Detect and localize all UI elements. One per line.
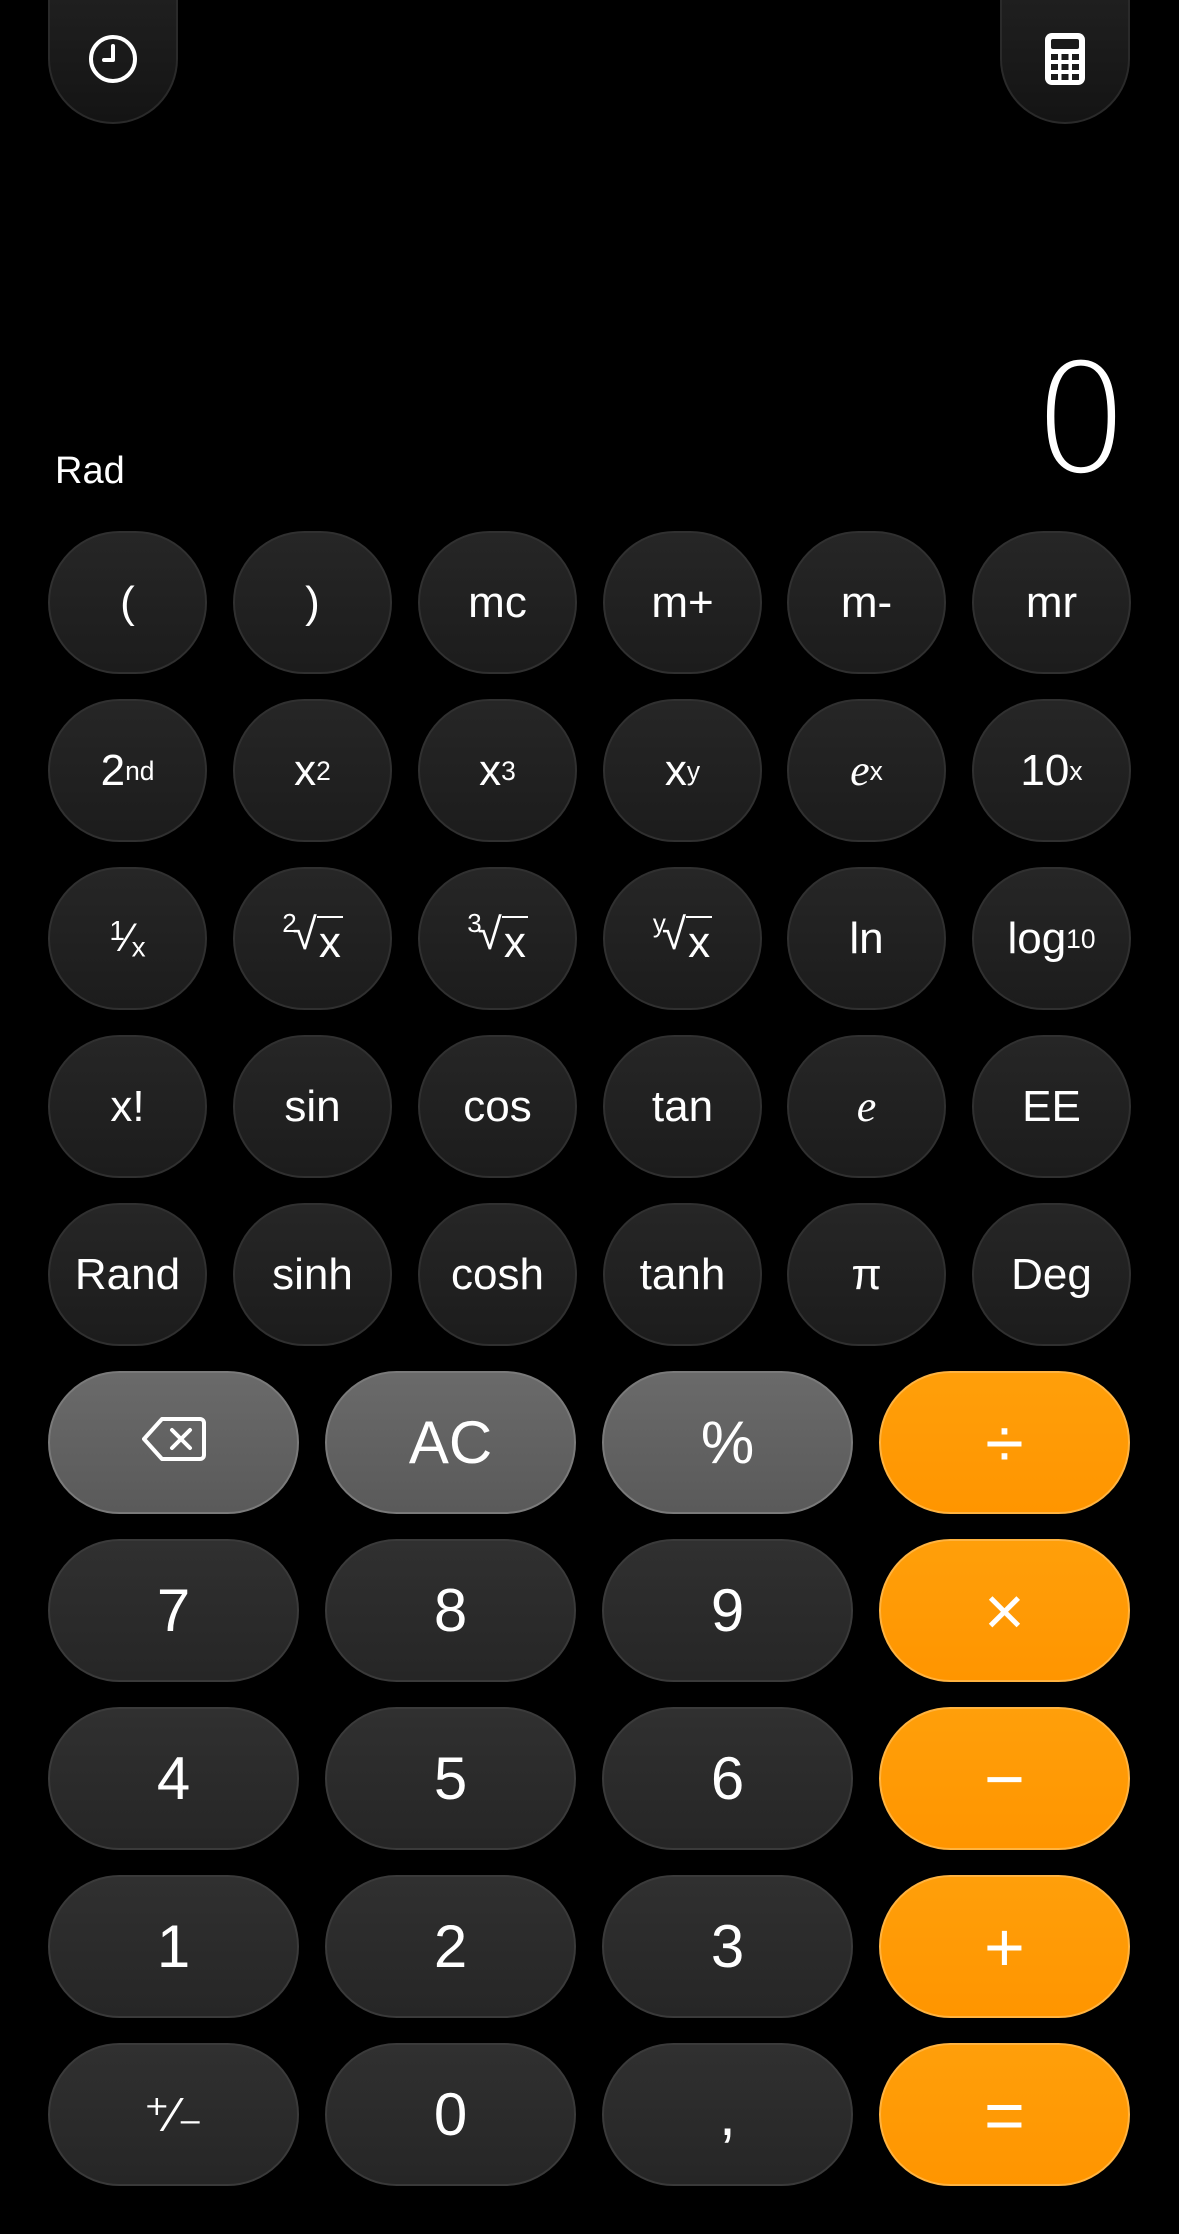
cube-root-button[interactable]: 3 √ x [418, 867, 577, 1010]
x-label: x [664, 745, 687, 795]
memory-recall-button[interactable]: mr [972, 531, 1131, 674]
divide-button[interactable]: ÷ [879, 1371, 1130, 1514]
plus-button[interactable]: + [879, 1875, 1130, 2018]
rand-button[interactable]: Rand [48, 1203, 207, 1346]
backspace-button[interactable] [48, 1371, 299, 1514]
minus-button[interactable]: − [879, 1707, 1130, 1850]
digit-7-button[interactable]: 7 [48, 1539, 299, 1682]
exp-button[interactable]: ex [787, 699, 946, 842]
memory-clear-button[interactable]: mc [418, 531, 577, 674]
tan-button[interactable]: tan [603, 1035, 762, 1178]
sinh-button[interactable]: sinh [233, 1203, 392, 1346]
calculator-icon [1043, 31, 1087, 92]
digit-3-button[interactable]: 3 [602, 1875, 853, 2018]
angle-mode-indicator: Rad [55, 450, 125, 492]
close-paren-button[interactable]: ) [233, 531, 392, 674]
reciprocal-button[interactable]: 1⁄x [48, 867, 207, 1010]
memory-subtract-button[interactable]: m- [787, 531, 946, 674]
cube-root-label: 3 √ x [467, 907, 528, 967]
result-display: 0 [1033, 333, 1129, 507]
digit-1-button[interactable]: 1 [48, 1875, 299, 2018]
cube-button[interactable]: x3 [418, 699, 577, 842]
square-root-label: 2 √ x [282, 907, 343, 967]
digit-5-button[interactable]: 5 [325, 1707, 576, 1850]
e-label: e [850, 746, 870, 795]
percent-button[interactable]: % [602, 1371, 853, 1514]
ee-button[interactable]: EE [972, 1035, 1131, 1178]
deg-button[interactable]: Deg [972, 1203, 1131, 1346]
power-button[interactable]: xy [603, 699, 762, 842]
euler-button[interactable]: e [787, 1035, 946, 1178]
equals-button[interactable]: = [879, 2043, 1130, 2186]
tanh-button[interactable]: tanh [603, 1203, 762, 1346]
digit-9-button[interactable]: 9 [602, 1539, 853, 1682]
clock-icon [85, 31, 141, 92]
log-label: log [1007, 913, 1067, 963]
multiply-button[interactable]: × [879, 1539, 1130, 1682]
reciprocal-label: 1⁄x [109, 914, 146, 963]
open-paren-button[interactable]: ( [48, 531, 207, 674]
factorial-button[interactable]: x! [48, 1035, 207, 1178]
natural-log-button[interactable]: ln [787, 867, 946, 1010]
pi-button[interactable]: π [787, 1203, 946, 1346]
y-root-button[interactable]: y √ x [603, 867, 762, 1010]
cosh-button[interactable]: cosh [418, 1203, 577, 1346]
y-root-label: y √ x [652, 907, 713, 967]
log10-button[interactable]: log 10 [972, 867, 1131, 1010]
digit-0-button[interactable]: 0 [325, 2043, 576, 2186]
digit-8-button[interactable]: 8 [325, 1539, 576, 1682]
x-label: x [294, 745, 317, 795]
sin-button[interactable]: sin [233, 1035, 392, 1178]
calculator-mode-button[interactable] [1000, 0, 1130, 124]
plus-minus-button[interactable]: ⁺∕₋ [48, 2043, 299, 2186]
digit-4-button[interactable]: 4 [48, 1707, 299, 1850]
x-label: x [479, 745, 502, 795]
ten-power-button[interactable]: 10 x [972, 699, 1131, 842]
all-clear-button[interactable]: AC [325, 1371, 576, 1514]
cos-button[interactable]: cos [418, 1035, 577, 1178]
memory-add-button[interactable]: m+ [603, 531, 762, 674]
digit-2-button[interactable]: 2 [325, 1875, 576, 2018]
history-button[interactable] [48, 0, 178, 124]
ten-label: 10 [1020, 745, 1070, 795]
second-function-button[interactable]: 2nd [48, 699, 207, 842]
square-root-button[interactable]: 2 √ x [233, 867, 392, 1010]
decimal-button[interactable]: , [602, 2043, 853, 2186]
square-button[interactable]: x2 [233, 699, 392, 842]
second-label: 2 [100, 745, 126, 795]
backspace-icon [141, 1408, 206, 1477]
digit-6-button[interactable]: 6 [602, 1707, 853, 1850]
